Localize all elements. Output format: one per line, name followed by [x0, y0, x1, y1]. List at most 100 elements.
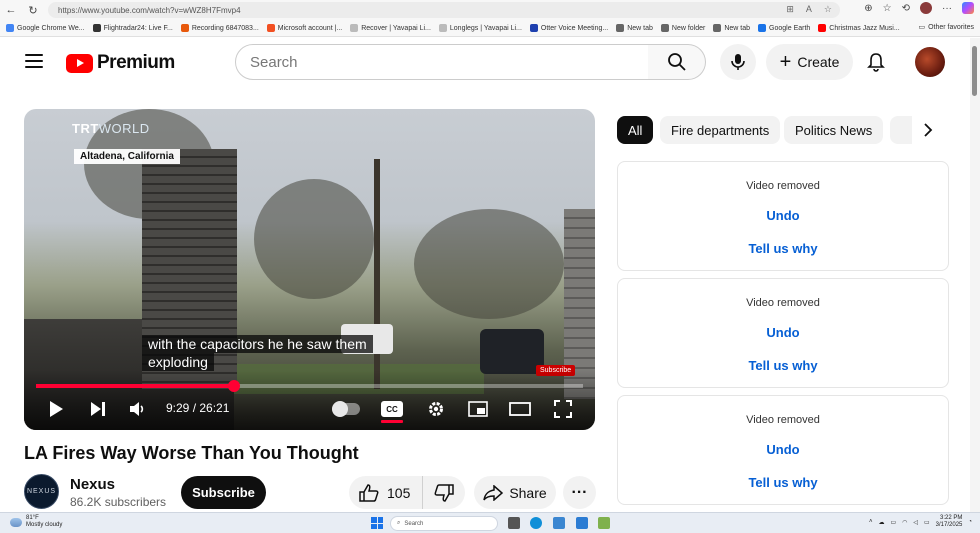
read-aloud-icon[interactable]: A	[806, 4, 812, 15]
battery-icon[interactable]: ▭	[924, 519, 930, 526]
undo-link[interactable]: Undo	[618, 208, 948, 223]
dislike-button[interactable]	[423, 476, 465, 509]
bookmark-item[interactable]: New tab	[713, 24, 750, 32]
bookmark-item[interactable]: Christmas Jazz Musi...	[818, 24, 900, 32]
clock[interactable]: 3:22 PM 3/17/2025	[936, 515, 963, 529]
miniplayer-button[interactable]	[466, 397, 490, 421]
scrollbar-thumb[interactable]	[972, 46, 977, 96]
more-options-icon[interactable]: ···	[942, 3, 952, 14]
bookmark-label: New tab	[724, 24, 751, 32]
hamburger-menu-icon[interactable]	[25, 54, 43, 68]
search-input[interactable]: Search	[235, 44, 649, 80]
address-bar[interactable]: https://www.youtube.com/watch?v=wWZ8H7Fm…	[48, 2, 840, 18]
play-button[interactable]	[44, 397, 68, 421]
bookmark-favicon-icon	[266, 24, 275, 32]
profile-avatar[interactable]	[920, 2, 932, 14]
share-button[interactable]: Share	[474, 476, 556, 509]
weather-condition: Mostly cloudy	[26, 522, 63, 528]
back-icon[interactable]: ←	[0, 0, 22, 20]
chip-fire-departments[interactable]: Fire departments	[660, 116, 781, 144]
refresh-icon[interactable]: ↻	[22, 0, 44, 20]
subtitles-button[interactable]: CC	[381, 401, 403, 417]
notifications-button[interactable]	[866, 52, 886, 77]
progress-bar[interactable]	[36, 380, 583, 392]
bookmark-item[interactable]: Recover | Yavapai Li...	[350, 24, 431, 32]
clock-time: 3:22 PM	[940, 515, 963, 521]
like-dislike-group: 105	[349, 476, 465, 509]
favorite-star-icon[interactable]: ☆	[824, 4, 832, 15]
bookmark-favicon-icon	[350, 24, 359, 32]
autoplay-toggle[interactable]	[332, 401, 360, 417]
chip-politics-news[interactable]: Politics News	[784, 116, 884, 144]
fullscreen-button[interactable]	[551, 397, 575, 421]
favorites-icon[interactable]: ☆	[883, 3, 892, 14]
calculator-icon[interactable]	[553, 517, 565, 529]
youtube-play-icon	[66, 53, 93, 73]
chip-all[interactable]: All	[617, 116, 654, 144]
bookmark-item[interactable]: Otter Voice Meeting...	[529, 24, 609, 32]
weather-widget[interactable]: 81°F Mostly cloudy	[10, 515, 62, 529]
caption-line: exploding	[142, 353, 214, 371]
app-icon[interactable]	[598, 517, 610, 529]
wifi-icon[interactable]: ◠	[902, 519, 907, 526]
channel-name[interactable]: Nexus	[70, 476, 115, 493]
store-icon[interactable]	[576, 517, 588, 529]
bookmark-item[interactable]: Flightradar24: Live F...	[92, 24, 173, 32]
more-actions-button[interactable]: ···	[563, 476, 596, 509]
video-player[interactable]: TRTWORLD Altadena, California with the c…	[24, 109, 595, 430]
notification-icon[interactable]: ◔	[968, 519, 972, 525]
bookmark-favicon-icon	[713, 24, 722, 32]
edge-icon[interactable]	[530, 517, 542, 529]
chevron-up-icon[interactable]: ˄	[869, 519, 873, 525]
scene-tree	[254, 179, 374, 299]
search-button[interactable]	[648, 44, 706, 80]
bookmark-item[interactable]: Microsoft account |...	[266, 24, 342, 32]
onedrive-icon[interactable]: ☁	[878, 519, 884, 526]
bookmark-item[interactable]: Recording 6847083...	[180, 24, 259, 32]
voice-search-button[interactable]	[720, 44, 756, 80]
progress-scrubber[interactable]	[228, 380, 240, 392]
account-avatar[interactable]	[915, 47, 945, 77]
speaker-icon[interactable]: ◁	[913, 519, 918, 526]
tell-us-why-link[interactable]: Tell us why	[618, 475, 948, 490]
page-scrollbar[interactable]	[970, 38, 980, 512]
history-icon[interactable]: ⟲	[902, 3, 910, 14]
copilot-icon[interactable]	[962, 2, 974, 14]
theater-mode-button[interactable]	[508, 397, 532, 421]
next-button[interactable]	[86, 397, 110, 421]
subscribe-button[interactable]: Subscribe	[181, 476, 266, 509]
settings-button[interactable]	[424, 397, 448, 421]
bookmark-item[interactable]: New folder	[660, 24, 705, 32]
tell-us-why-link[interactable]: Tell us why	[618, 241, 948, 256]
miniplayer-icon	[468, 401, 488, 417]
bookmark-label: Otter Voice Meeting...	[540, 24, 609, 32]
thumbs-down-icon	[434, 483, 454, 502]
browser-toolbar: ← ↻ https://www.youtube.com/watch?v=wWZ8…	[0, 0, 980, 20]
create-button[interactable]: + Create	[766, 44, 853, 80]
channel-avatar[interactable]: NEXUS	[24, 474, 59, 509]
removed-text: Video removed	[746, 180, 820, 192]
display-icon[interactable]: ▭	[890, 519, 896, 526]
tell-us-why-link[interactable]: Tell us why	[618, 358, 948, 373]
undo-link[interactable]: Undo	[618, 325, 948, 340]
undo-link[interactable]: Undo	[618, 442, 948, 457]
bookmark-item[interactable]: Google Earth	[758, 24, 810, 32]
bookmark-label: Google Chrome We...	[17, 24, 85, 32]
removed-text: Video removed	[746, 414, 820, 426]
task-view-icon[interactable]	[508, 517, 520, 529]
app-available-icon[interactable]: ⊞	[786, 4, 794, 15]
youtube-premium-logo[interactable]: Premium	[66, 52, 175, 74]
windows-start-icon[interactable]	[371, 517, 383, 529]
like-button[interactable]: 105	[349, 476, 423, 509]
bookmark-item[interactable]: Google Chrome We...	[6, 24, 85, 32]
bookmark-item[interactable]: Longlegs | Yavapai Li...	[438, 24, 522, 32]
other-favorites[interactable]: ▭ Other favorites	[914, 23, 974, 31]
extensions-icon[interactable]: ⊕	[864, 3, 872, 14]
search-placeholder: Search	[250, 53, 298, 71]
chips-next-button[interactable]	[912, 116, 944, 144]
progress-fill	[36, 384, 234, 388]
bookmark-item[interactable]: New tab	[616, 24, 653, 32]
share-icon	[483, 484, 504, 501]
volume-button[interactable]	[126, 397, 150, 421]
taskbar-search[interactable]: ⌕ Search	[390, 516, 498, 531]
